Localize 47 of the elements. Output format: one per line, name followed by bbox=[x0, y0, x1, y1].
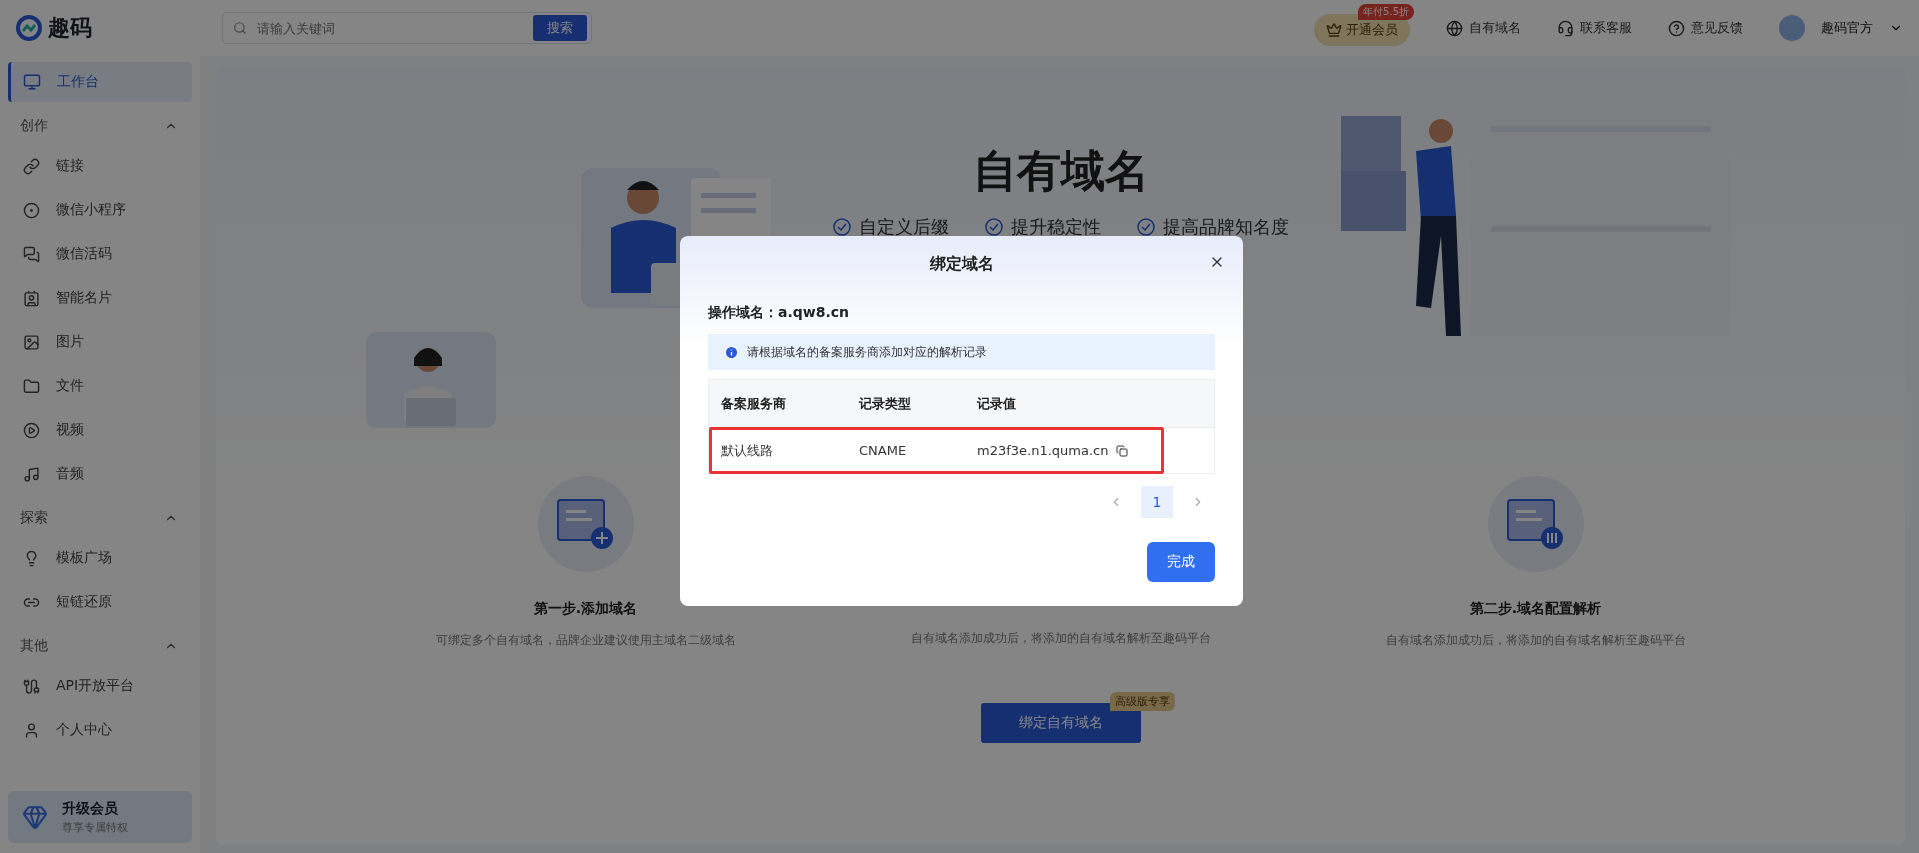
sidebar-item[interactable]: 智能名片 bbox=[8, 278, 192, 318]
done-button[interactable]: 完成 bbox=[1147, 542, 1215, 582]
sidebar-item[interactable]: 文件 bbox=[8, 366, 192, 406]
upgrade-subtitle: 尊享专属特权 bbox=[62, 819, 128, 835]
page-title: 自有域名 bbox=[972, 144, 1149, 198]
sidebar-item[interactable]: 工作台 bbox=[8, 62, 192, 102]
sidebar-item[interactable]: 模板广场 bbox=[8, 538, 192, 578]
sidebar-group-header[interactable]: 创作 bbox=[8, 106, 192, 146]
sidebar-item[interactable]: 微信活码 bbox=[8, 234, 192, 274]
notice-text: 请根据域名的备案服务商添加对应的解析记录 bbox=[747, 343, 987, 361]
sidebar-item[interactable]: API开放平台 bbox=[8, 666, 192, 706]
feature-label: 提高品牌知名度 bbox=[1136, 215, 1289, 239]
step-title: 第二步.域名配置解析 bbox=[1469, 600, 1602, 618]
upgrade-card[interactable]: 升级会员 尊享专属特权 bbox=[8, 791, 192, 843]
step-description: 自有域名添加成功后，将添加的自有域名解析至趣码平台 bbox=[910, 630, 1211, 647]
logo-text: 趣码 bbox=[48, 14, 92, 42]
header-link[interactable]: 自有域名 bbox=[1446, 19, 1521, 37]
sidebar-item[interactable]: 链接 bbox=[8, 146, 192, 186]
page-button[interactable]: 1 bbox=[1141, 486, 1173, 518]
premium-badge: 高级版专享 bbox=[1109, 692, 1175, 711]
sidebar-group-header[interactable]: 探索 bbox=[8, 498, 192, 538]
search-field[interactable]: 请输入关键词 搜索 bbox=[222, 12, 592, 44]
table-cell-text: CNAME bbox=[859, 443, 908, 458]
sidebar-item[interactable]: 短链还原 bbox=[8, 582, 192, 622]
search-button[interactable]: 搜索 bbox=[533, 15, 587, 41]
sidebar-item[interactable]: 视频 bbox=[8, 410, 192, 450]
user-name[interactable]: 趣码官方 bbox=[1821, 19, 1873, 37]
upgrade-title: 升级会员 bbox=[62, 799, 119, 818]
sidebar-item[interactable]: 个人中心 bbox=[8, 710, 192, 750]
column-header: 记录值 bbox=[977, 394, 1017, 413]
sidebar-group-header[interactable]: 其他 bbox=[8, 626, 192, 666]
sidebar-item[interactable]: 微信小程序 bbox=[8, 190, 192, 230]
sidebar-item[interactable]: 音频 bbox=[8, 454, 192, 494]
table-cell-text: 默认线路 bbox=[721, 441, 774, 460]
header-link[interactable]: 联系客服 bbox=[1557, 19, 1632, 37]
discount-badge: 年付5.5折 bbox=[1358, 4, 1414, 20]
column-header: 备案服务商 bbox=[721, 394, 787, 413]
step-description: 自有域名添加成功后，将添加的自有域名解析至趣码平台 bbox=[1385, 632, 1686, 649]
header-link[interactable]: 意见反馈 bbox=[1668, 19, 1743, 37]
domain-label: 操作域名：a.qw8.cn bbox=[708, 304, 851, 322]
feature-label: 自定义后缀 bbox=[832, 215, 949, 239]
step-title: 第一步.添加域名 bbox=[533, 600, 638, 618]
table-cell: m23f3e.n1.quma.cn bbox=[977, 443, 1161, 458]
dialog-title: 绑定域名 bbox=[928, 253, 995, 275]
column-header: 记录类型 bbox=[859, 394, 912, 413]
sidebar-item[interactable]: 图片 bbox=[8, 322, 192, 362]
feature-label: 提升稳定性 bbox=[984, 215, 1101, 239]
